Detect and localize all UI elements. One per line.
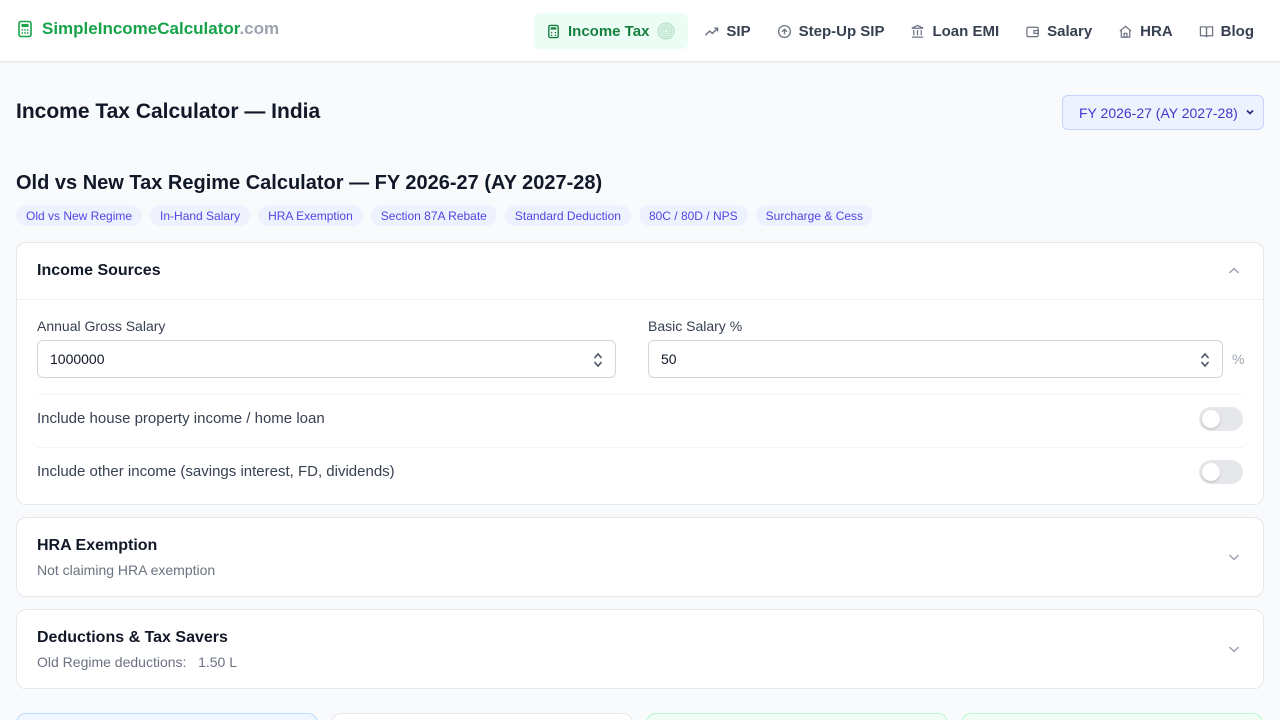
chevron-down-icon bbox=[1246, 109, 1254, 115]
card-subtitle: Not claiming HRA exemption bbox=[37, 562, 216, 578]
bank-icon bbox=[912, 24, 924, 38]
wallet-icon bbox=[1026, 26, 1039, 37]
brand-tld: .com bbox=[239, 19, 280, 38]
nav-label: Salary bbox=[1047, 22, 1093, 40]
divider bbox=[37, 447, 1243, 448]
main-nav: Income Tax SIP Step-Up SIP Loan EMI Sala… bbox=[534, 13, 1264, 49]
calculator-icon bbox=[18, 20, 32, 38]
nav-step-up-sip[interactable]: Step-Up SIP bbox=[767, 13, 895, 49]
house-property-toggle-label: Include house property income / home loa… bbox=[37, 410, 325, 427]
nav-label: Loan EMI bbox=[932, 22, 1000, 40]
other-income-toggle[interactable] bbox=[1199, 460, 1243, 484]
card-title: Deductions & Tax Savers bbox=[37, 629, 228, 646]
card-subtitle: Old Regime deductions: 1.50 L bbox=[37, 654, 238, 670]
tag[interactable]: In-Hand Salary bbox=[150, 205, 251, 226]
tag[interactable]: HRA Exemption bbox=[258, 205, 363, 226]
nav-label: Step-Up SIP bbox=[798, 22, 885, 40]
chevron-down-icon[interactable] bbox=[1227, 642, 1241, 656]
tag[interactable]: Standard Deduction bbox=[504, 205, 631, 226]
gross-salary-value: 1000000 bbox=[50, 351, 105, 367]
result-card bbox=[16, 713, 318, 720]
calculator-icon bbox=[548, 24, 559, 38]
chevron-up-icon[interactable] bbox=[1227, 264, 1241, 278]
trending-up-icon bbox=[705, 27, 719, 36]
tag[interactable]: Old vs New Regime bbox=[16, 205, 143, 226]
nav-label: SIP bbox=[726, 22, 751, 40]
other-income-toggle-label: Include other income (savings interest, … bbox=[37, 463, 395, 480]
calculator-title: Old vs New Tax Regime Calculator — FY 20… bbox=[16, 172, 603, 194]
deductions-card[interactable]: Deductions & Tax Savers Old Regime deduc… bbox=[16, 609, 1264, 689]
income-sources-header[interactable]: Income Sources bbox=[17, 243, 1263, 300]
divider bbox=[37, 394, 1243, 395]
basic-salary-value: 50 bbox=[661, 351, 677, 367]
top-navbar: SimpleIncomeCalculator.com Income Tax SI… bbox=[0, 0, 1280, 62]
result-card bbox=[331, 713, 633, 720]
page-title: Income Tax Calculator — India bbox=[16, 100, 321, 123]
toggle-knob bbox=[1202, 463, 1220, 481]
nav-hra[interactable]: HRA bbox=[1108, 13, 1183, 49]
home-icon bbox=[1119, 25, 1132, 38]
income-sources-card: Income Sources Annual Gross Salary 10000… bbox=[16, 242, 1264, 505]
gross-salary-label: Annual Gross Salary bbox=[37, 318, 166, 334]
arrow-up-circle-icon bbox=[777, 24, 791, 38]
result-card bbox=[646, 713, 948, 720]
basic-salary-input[interactable]: 50 bbox=[648, 340, 1223, 378]
nav-blog[interactable]: Blog bbox=[1189, 13, 1264, 49]
spinner-icon[interactable] bbox=[1200, 351, 1210, 369]
card-title: HRA Exemption bbox=[37, 537, 158, 554]
nav-loan-emi[interactable]: Loan EMI bbox=[900, 13, 1009, 49]
result-card bbox=[961, 713, 1263, 720]
nav-label: Income Tax bbox=[568, 22, 650, 40]
tag[interactable]: Surcharge & Cess bbox=[755, 205, 874, 226]
book-icon bbox=[1199, 25, 1213, 37]
card-title: Income Sources bbox=[37, 262, 161, 279]
tag[interactable]: 80C / 80D / NPS bbox=[638, 205, 748, 226]
brand-logo[interactable]: SimpleIncomeCalculator.com bbox=[16, 19, 279, 39]
nav-sip[interactable]: SIP bbox=[694, 13, 760, 49]
fingerprint-icon bbox=[657, 22, 675, 40]
nav-label: Blog bbox=[1220, 22, 1254, 40]
chevron-down-icon[interactable] bbox=[1227, 550, 1241, 564]
basic-salary-label: Basic Salary % bbox=[648, 318, 743, 334]
fy-select-value: FY 2026-27 (AY 2027-28) bbox=[1079, 104, 1238, 121]
fy-select[interactable]: FY 2026-27 (AY 2027-28) bbox=[1062, 95, 1264, 130]
topic-tags: Old vs New Regime In-Hand Salary HRA Exe… bbox=[16, 205, 874, 226]
toggle-knob bbox=[1202, 410, 1220, 428]
gross-salary-input[interactable]: 1000000 bbox=[37, 340, 616, 378]
nav-income-tax[interactable]: Income Tax bbox=[534, 13, 689, 49]
hra-exemption-card[interactable]: HRA Exemption Not claiming HRA exemption bbox=[16, 517, 1264, 597]
percent-unit: % bbox=[1232, 351, 1245, 367]
house-property-toggle[interactable] bbox=[1199, 407, 1243, 431]
nav-salary[interactable]: Salary bbox=[1015, 13, 1102, 49]
nav-label: HRA bbox=[1140, 22, 1173, 40]
spinner-icon[interactable] bbox=[593, 351, 603, 369]
tag[interactable]: Section 87A Rebate bbox=[370, 205, 497, 226]
brand-name: SimpleIncomeCalculator bbox=[42, 19, 240, 38]
